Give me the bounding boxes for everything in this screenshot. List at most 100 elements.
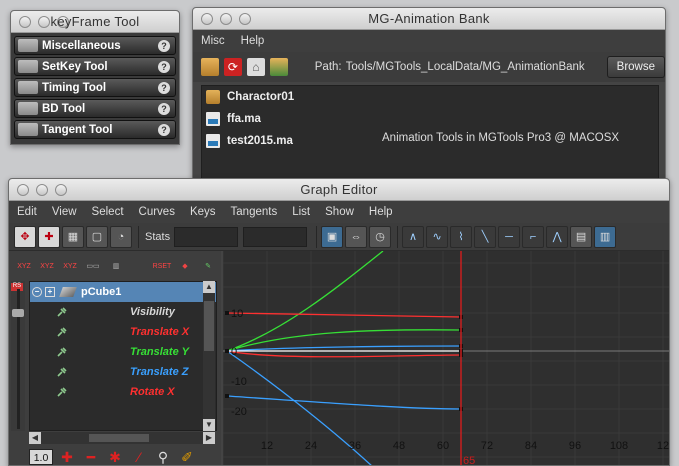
step-tangent-icon[interactable]: ⌐: [522, 225, 545, 248]
outliner-attribute-row[interactable]: Rotate X: [30, 382, 216, 402]
keyframe-titlebar[interactable]: keyFrame Tool: [11, 11, 179, 33]
channel-sync-icon[interactable]: ▭▭: [83, 255, 103, 277]
scroll-thumb[interactable]: [89, 434, 149, 442]
xyz-rotate-icon[interactable]: XYZ: [37, 255, 57, 277]
menu-keys[interactable]: Keys: [190, 206, 216, 218]
expand-icon[interactable]: +: [45, 287, 55, 297]
spline-tangent-icon[interactable]: ∿: [426, 225, 449, 248]
slider-knob[interactable]: [12, 309, 24, 317]
outliner-vertical-scrollbar[interactable]: ▲ ▼: [203, 281, 215, 431]
menu-tangents[interactable]: Tangents: [231, 206, 278, 218]
pin-tool-icon[interactable]: ⚲: [153, 448, 173, 465]
x-tick-label: 108: [610, 440, 628, 452]
frame-playback-icon[interactable]: ⇔: [345, 225, 368, 248]
retime-tool-icon[interactable]: ◔: [110, 225, 132, 248]
menu-help[interactable]: Help: [241, 35, 265, 47]
zoom-slider[interactable]: RS: [11, 281, 25, 431]
pin-icon[interactable]: [56, 366, 68, 378]
flat-tangent-icon[interactable]: ─: [498, 225, 521, 248]
open-folder-icon[interactable]: [201, 58, 219, 76]
auto-tangent-icon[interactable]: ∧: [402, 225, 425, 248]
buffer-icon[interactable]: ▥: [106, 255, 126, 277]
browse-button[interactable]: Browse: [606, 56, 665, 78]
lattice-tool-icon[interactable]: ▦: [62, 225, 84, 248]
xyz-scale-icon[interactable]: XYZ: [60, 255, 80, 277]
graph-editor-toolbar: ✥ ✚ ▦ ▢ ◔ Stats ▣ ⇔ ◷ ∧ ∿ ⌇ ╲ ─ ⌐ ⋀ ▤ ▥: [9, 223, 669, 251]
outliner-attribute-row[interactable]: Visibility: [30, 302, 216, 322]
menu-list[interactable]: List: [292, 206, 310, 218]
menu-help[interactable]: Help: [369, 206, 393, 218]
trax-editor-icon[interactable]: ▥: [594, 225, 617, 248]
collapse-icon[interactable]: −: [32, 287, 42, 297]
home-icon[interactable]: ⌂: [246, 58, 265, 76]
key-icon[interactable]: ✎: [198, 255, 218, 277]
animation-bank-window: MG-Animation Bank Misc Help ⟳ ⌂ Path: To…: [192, 7, 666, 183]
brush-icon[interactable]: ✐: [177, 448, 197, 465]
zoom-value-field[interactable]: 1.0: [29, 449, 53, 465]
x-tick-label: 72: [481, 440, 493, 452]
slope-key-icon[interactable]: ⁄: [129, 448, 149, 465]
path-field[interactable]: Tools/MGTools_LocalData/MG_AnimationBank: [346, 61, 601, 73]
pin-icon[interactable]: [56, 386, 68, 398]
scroll-thumb[interactable]: [204, 301, 214, 351]
frame-all-icon[interactable]: ▣: [321, 225, 344, 248]
scroll-down-icon[interactable]: ▼: [203, 419, 215, 431]
menu-edit[interactable]: Edit: [17, 206, 37, 218]
list-item[interactable]: ffa.ma: [202, 108, 658, 130]
plateau-tangent-icon[interactable]: ⋀: [546, 225, 569, 248]
help-icon[interactable]: ?: [158, 102, 170, 115]
xyz-translate-icon[interactable]: XYZ: [14, 255, 34, 277]
help-icon[interactable]: ?: [158, 60, 170, 73]
setkey-tool-button[interactable]: SetKey Tool?: [14, 57, 176, 76]
outliner-horizontal-scrollbar[interactable]: ◀ ▶: [29, 432, 215, 444]
menu-curves[interactable]: Curves: [139, 206, 175, 218]
menu-view[interactable]: View: [52, 206, 77, 218]
refresh-icon[interactable]: ⟳: [223, 58, 242, 76]
menu-show[interactable]: Show: [325, 206, 354, 218]
help-icon[interactable]: ?: [158, 81, 170, 94]
menu-misc[interactable]: Misc: [201, 35, 225, 47]
insert-key-tool-icon[interactable]: ✚: [38, 225, 60, 248]
scroll-up-icon[interactable]: ▲: [203, 281, 215, 293]
star-key-icon[interactable]: ✱: [105, 448, 125, 465]
cube-icon: [59, 287, 77, 297]
graph-editor-titlebar[interactable]: Graph Editor: [9, 179, 669, 201]
button-label: Miscellaneous: [42, 39, 121, 52]
graph-view[interactable]: 10 0 -10 -20 12 24 36 48 60 72 84 96 108 12 65: [223, 251, 670, 466]
help-icon[interactable]: ?: [158, 39, 170, 52]
eraser-icon[interactable]: ◆: [175, 255, 195, 277]
scroll-right-icon[interactable]: ▶: [203, 432, 215, 444]
outliner-attribute-row[interactable]: Translate Z: [30, 362, 216, 382]
folder-icon: [206, 90, 220, 104]
clamped-tangent-icon[interactable]: ⌇: [450, 225, 473, 248]
pin-icon[interactable]: [56, 306, 68, 318]
reset-icon[interactable]: RSET: [152, 255, 172, 277]
help-icon[interactable]: ?: [158, 123, 170, 136]
pin-icon[interactable]: [56, 326, 68, 338]
move-key-tool-icon[interactable]: ✥: [14, 225, 36, 248]
outliner-attribute-row[interactable]: Translate X: [30, 322, 216, 342]
tangent-tool-button[interactable]: Tangent Tool?: [14, 120, 176, 139]
outliner-attribute-row[interactable]: Translate Y: [30, 342, 216, 362]
linear-tangent-icon[interactable]: ╲: [474, 225, 497, 248]
grip-icon: [18, 60, 38, 73]
graph-editor-window: Graph Editor Edit View Select Curves Key…: [8, 178, 670, 466]
stats-frame-field[interactable]: [174, 226, 239, 247]
remove-key-icon[interactable]: ━: [81, 448, 101, 465]
region-tool-icon[interactable]: ▢: [86, 225, 108, 248]
scroll-left-icon[interactable]: ◀: [29, 432, 41, 444]
folder-add-icon[interactable]: [269, 58, 288, 76]
stats-value-field[interactable]: [243, 226, 308, 247]
outliner-object-row[interactable]: − + pCube1: [30, 282, 216, 302]
timing-tool-button[interactable]: Timing Tool?: [14, 78, 176, 97]
center-current-time-icon[interactable]: ◷: [369, 225, 392, 248]
list-item[interactable]: Charactor01: [202, 86, 658, 108]
miscellaneous-button[interactable]: Miscellaneous?: [14, 36, 176, 55]
pin-icon[interactable]: [56, 346, 68, 358]
button-label: BD Tool: [42, 102, 86, 115]
bd-tool-button[interactable]: BD Tool?: [14, 99, 176, 118]
add-key-icon[interactable]: ✚: [57, 448, 77, 465]
menu-select[interactable]: Select: [92, 206, 124, 218]
dope-sheet-icon[interactable]: ▤: [570, 225, 593, 248]
bank-titlebar[interactable]: MG-Animation Bank: [193, 8, 665, 30]
